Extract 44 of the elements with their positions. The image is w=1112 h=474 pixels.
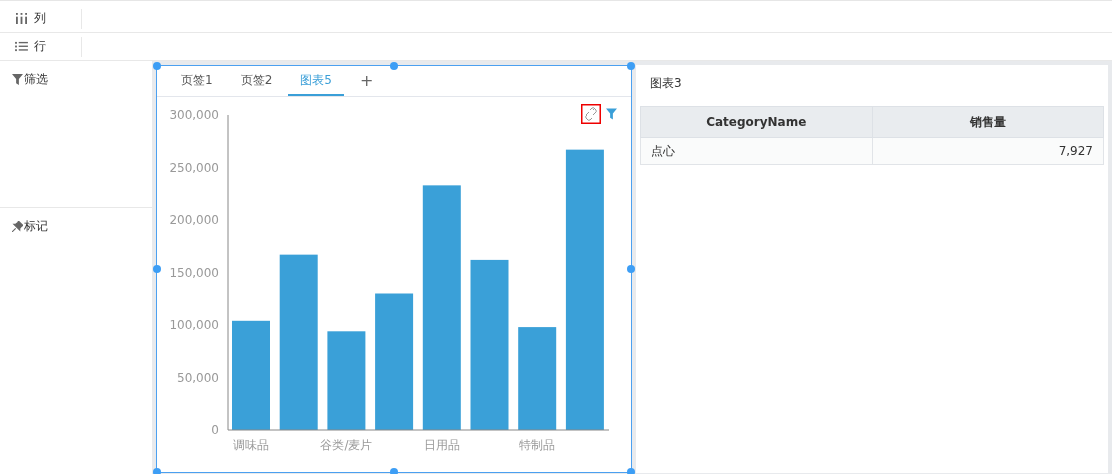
x-tick-label: 谷类/麦片 [320, 438, 373, 452]
section-label: 标记 [24, 218, 48, 235]
x-tick-label: 日用品 [423, 438, 460, 452]
x-tick-label: 调味品 [233, 438, 269, 452]
bar[interactable] [518, 327, 557, 430]
table-cell: 点心 [640, 137, 872, 165]
unlink-icon[interactable] [581, 104, 601, 124]
y-tick-label: 300,000 [169, 108, 219, 122]
table-cell: 7,927 [872, 137, 1104, 165]
y-tick-label: 50,000 [177, 370, 219, 385]
resize-handle[interactable] [627, 265, 635, 273]
panel-title: 图表3 [649, 75, 683, 92]
resize-handle[interactable] [153, 468, 161, 474]
bar[interactable] [470, 259, 509, 430]
resize-handle[interactable] [390, 62, 398, 70]
resize-handle[interactable] [390, 468, 398, 474]
tab[interactable]: 页签1 [169, 66, 225, 96]
filter-icon[interactable] [606, 108, 617, 120]
pin-icon [12, 221, 23, 232]
resize-handle[interactable] [153, 265, 161, 273]
bar[interactable] [565, 149, 604, 430]
columns-icon [15, 13, 28, 24]
tab[interactable]: 页签2 [228, 66, 285, 96]
y-tick-label: 200,000 [169, 213, 219, 227]
column-header[interactable]: 销售量 [872, 106, 1104, 138]
y-tick-label: 150,000 [169, 265, 219, 280]
bar[interactable] [327, 331, 366, 430]
shelf-label: 列 [34, 10, 46, 27]
filter-icon [12, 74, 23, 85]
resize-handle[interactable] [627, 62, 635, 70]
y-tick-label: 0 [211, 423, 219, 437]
resize-handle[interactable] [153, 62, 161, 70]
list-icon [15, 41, 28, 52]
bar[interactable] [279, 254, 318, 430]
resize-handle[interactable] [627, 468, 635, 474]
shelf-label: 行 [34, 38, 46, 55]
y-tick-label: 100,000 [169, 318, 219, 332]
section-label: 筛选 [24, 71, 48, 88]
column-header[interactable]: CategoryName [640, 106, 872, 138]
bar[interactable] [375, 293, 414, 430]
add-tab-button[interactable]: + [347, 66, 386, 96]
x-tick-label: 特制品 [519, 438, 556, 452]
bar[interactable] [422, 185, 461, 430]
y-tick-label: 250,000 [169, 160, 219, 175]
